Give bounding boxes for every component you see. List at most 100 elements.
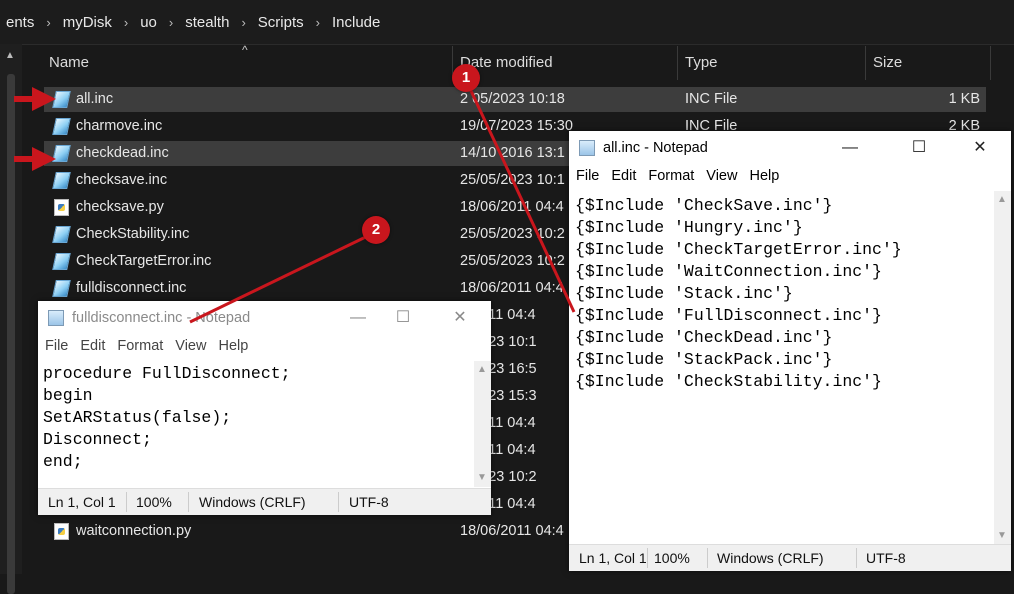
annotation-badge-2: 2 — [362, 216, 390, 244]
file-date-modified: 25/05/2023 10:2 — [460, 253, 565, 269]
scroll-up-icon[interactable]: ▲ — [5, 50, 15, 61]
status-separator — [126, 492, 127, 512]
status-separator — [338, 492, 339, 512]
status-position: Ln 1, Col 1 — [579, 550, 647, 566]
status-line-ending: Windows (CRLF) — [199, 494, 306, 510]
file-row[interactable]: all.inc 2 05/2023 10:18 INC File 1 KB — [44, 87, 986, 112]
py-file-icon — [54, 523, 69, 540]
menu-view[interactable]: View — [699, 165, 742, 184]
vertical-scrollbar[interactable]: ▲ ▼ — [474, 361, 491, 487]
maximize-button[interactable]: ☐ — [380, 305, 426, 331]
file-name: checkdead.inc — [76, 145, 169, 161]
text-line: {$Include 'Stack.inc'} — [575, 284, 793, 303]
scrollbar-thumb[interactable] — [7, 74, 15, 594]
file-date-modified: 18/06/2011 04:4 — [460, 280, 564, 296]
status-encoding: UTF-8 — [866, 550, 906, 566]
text-line: Disconnect; — [43, 430, 152, 449]
scroll-up-icon[interactable]: ▲ — [997, 194, 1007, 205]
minimize-button[interactable]: — — [335, 305, 381, 331]
menu-view[interactable]: View — [168, 335, 211, 354]
column-type[interactable]: Type — [685, 54, 718, 71]
breadcrumb-item[interactable]: ents — [0, 14, 40, 31]
column-divider[interactable] — [990, 46, 991, 80]
breadcrumb-item[interactable]: myDisk — [57, 14, 118, 31]
minimize-button[interactable]: — — [827, 135, 873, 161]
inc-file-icon — [52, 145, 71, 162]
column-divider[interactable] — [677, 46, 678, 80]
breadcrumb-separator[interactable]: › — [163, 15, 179, 30]
inc-file-icon — [52, 172, 71, 189]
breadcrumb-separator[interactable]: › — [310, 15, 326, 30]
title-bar[interactable]: all.inc - Notepad — ☐ ✕ — [569, 131, 1011, 165]
file-name: CheckTargetError.inc — [76, 253, 212, 269]
status-separator — [707, 548, 708, 568]
menu-bar: File Edit Format View Help — [38, 335, 491, 359]
breadcrumb-separator[interactable]: › — [40, 15, 56, 30]
file-date-modified: 25/05/2023 10:2 — [460, 226, 565, 242]
menu-help[interactable]: Help — [742, 165, 784, 184]
scroll-down-icon[interactable]: ▼ — [997, 530, 1007, 541]
inc-file-icon — [52, 226, 71, 243]
text-line: {$Include 'CheckSave.inc'} — [575, 196, 833, 215]
scroll-down-icon[interactable]: ▼ — [477, 472, 487, 483]
file-name: CheckStability.inc — [76, 226, 190, 242]
inc-file-icon — [52, 280, 71, 297]
file-name: checksave.inc — [76, 172, 168, 188]
breadcrumb-item[interactable]: uo — [134, 14, 163, 31]
breadcrumb-item[interactable]: Include — [326, 14, 386, 31]
status-line-ending: Windows (CRLF) — [717, 550, 824, 566]
close-button[interactable]: ✕ — [957, 135, 1003, 161]
breadcrumb[interactable]: ents › myDisk › uo › stealth › Scripts › Include — [0, 0, 1014, 45]
py-file-icon — [54, 199, 69, 216]
vertical-scrollbar[interactable]: ▲ ▼ — [994, 191, 1011, 545]
status-separator — [188, 492, 189, 512]
inc-file-icon — [52, 91, 71, 108]
close-button[interactable]: ✕ — [437, 305, 483, 331]
title-bar[interactable]: fulldisconnect.inc - Notepad — ☐ ✕ — [38, 301, 491, 335]
navigation-pane-scrollbar[interactable]: ▲ — [0, 44, 22, 594]
file-name: waitconnection.py — [76, 523, 192, 539]
text-line: {$Include 'CheckTargetError.inc'} — [575, 240, 902, 259]
file-size: 1 KB — [948, 91, 980, 107]
text-line: end; — [43, 452, 83, 471]
text-line: {$Include 'StackPack.inc'} — [575, 350, 833, 369]
inc-file-icon — [52, 253, 71, 270]
text-line: begin — [43, 386, 93, 405]
file-date-modified: 25/05/2023 10:1 — [460, 172, 565, 188]
menu-file[interactable]: File — [38, 335, 73, 354]
text-editor[interactable]: {$Include 'CheckSave.inc'} {$Include 'Hun… — [575, 195, 985, 535]
status-separator — [647, 548, 648, 568]
menu-edit[interactable]: Edit — [604, 165, 641, 184]
status-encoding: UTF-8 — [349, 494, 389, 510]
text-line: SetARStatus(false); — [43, 408, 232, 427]
breadcrumb-item[interactable]: Scripts — [252, 14, 310, 31]
column-divider[interactable] — [865, 46, 866, 80]
column-size[interactable]: Size — [873, 54, 902, 71]
menu-edit[interactable]: Edit — [73, 335, 110, 354]
menu-format[interactable]: Format — [110, 335, 168, 354]
notepad-icon — [48, 310, 64, 326]
breadcrumb-separator[interactable]: › — [235, 15, 251, 30]
text-editor[interactable]: procedure FullDisconnect; begin SetARStatu… — [43, 363, 463, 483]
inc-file-icon — [52, 118, 71, 135]
maximize-button[interactable]: ☐ — [896, 135, 942, 161]
menu-format[interactable]: Format — [641, 165, 699, 184]
notepad-window-fulldisconnect[interactable]: fulldisconnect.inc - Notepad — ☐ ✕ File E… — [38, 301, 491, 515]
text-line: {$Include 'WaitConnection.inc'} — [575, 262, 882, 281]
text-line: procedure FullDisconnect; — [43, 364, 291, 383]
menu-file[interactable]: File — [569, 165, 604, 184]
breadcrumb-item[interactable]: stealth — [179, 14, 235, 31]
notepad-window-all-inc[interactable]: all.inc - Notepad — ☐ ✕ File Edit Format Vi… — [569, 131, 1011, 571]
status-separator — [856, 548, 857, 568]
scroll-up-icon[interactable]: ▲ — [477, 364, 487, 375]
file-name: charmove.inc — [76, 118, 163, 134]
text-line: {$Include 'Hungry.inc'} — [575, 218, 803, 237]
annotation-badge-1: 1 — [452, 64, 480, 92]
sort-ascending-icon: ^ — [242, 43, 248, 57]
menu-bar: File Edit Format View Help — [569, 165, 1011, 189]
notepad-icon — [579, 140, 595, 156]
menu-help[interactable]: Help — [211, 335, 253, 354]
breadcrumb-separator[interactable]: › — [118, 15, 134, 30]
file-date-modified: 2 05/2023 10:18 — [460, 91, 565, 107]
column-name[interactable]: Name — [49, 54, 89, 71]
